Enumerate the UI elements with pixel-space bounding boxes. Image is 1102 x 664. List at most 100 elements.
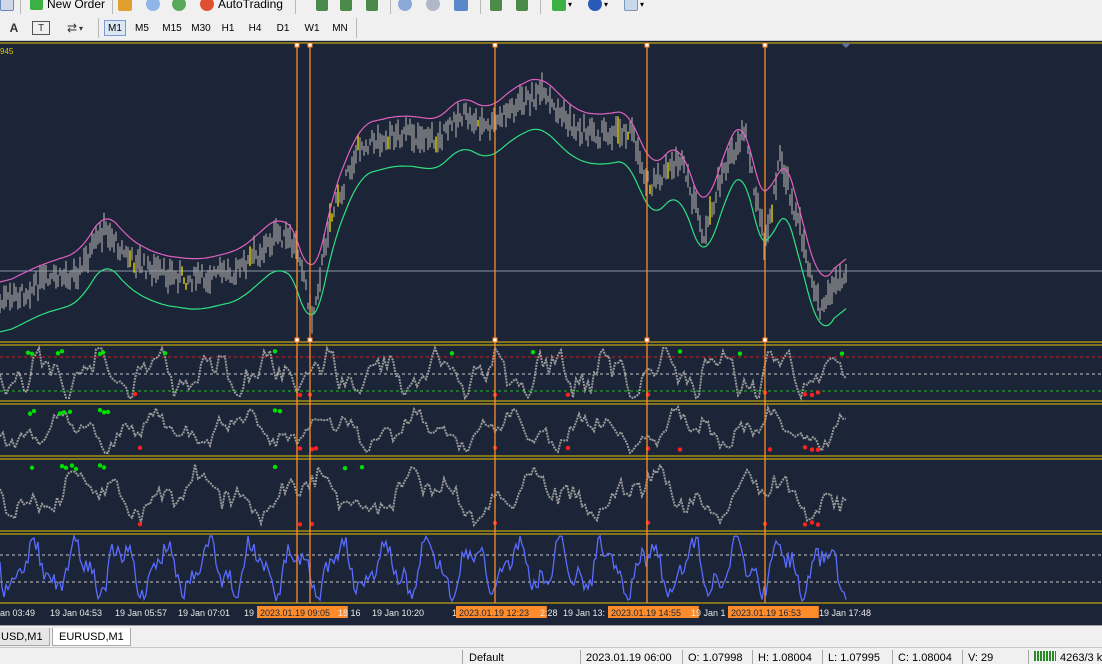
text-tool-label: A (9, 21, 19, 35)
text-tool-button[interactable]: A (6, 19, 22, 37)
globe-icon[interactable] (172, 0, 186, 12)
marker-handle-bottom[interactable] (492, 337, 498, 343)
red-signal-dot (132, 391, 138, 397)
arrow-tool-icon: ⇄ (66, 21, 78, 35)
auto-trading-label: AutoTrading (218, 0, 283, 11)
timeframe-h1[interactable]: H1 (217, 20, 239, 36)
green-signal-dot (162, 351, 168, 356)
green-signal-dot (31, 408, 37, 414)
tile-windows-icon[interactable] (454, 0, 468, 12)
green-signal-dot (59, 349, 65, 354)
green-signal-dot (69, 463, 75, 468)
chart-tabs: USD,M1 EURUSD,M1 (0, 625, 1102, 647)
red-signal-dot (815, 522, 821, 527)
chart-canvas[interactable]: 0 Jan 03:49 19 Jan 04:53 19 Jan 05:57 19 Ja… (0, 41, 1102, 625)
timeframe-label: W1 (304, 22, 320, 34)
pane-frames (0, 42, 1102, 604)
new-order-label: New Order (47, 0, 106, 11)
chart-window[interactable]: 0 Jan 03:49 19 Jan 04:53 19 Jan 05:57 19 Ja… (0, 41, 1102, 625)
auto-trading-button[interactable]: AutoTrading (200, 0, 283, 12)
time-tick-label: 2:28 (540, 608, 558, 618)
timeframe-m5[interactable]: M5 (131, 20, 153, 36)
lower-band-line (0, 128, 847, 333)
green-signal-dot (29, 465, 35, 470)
envelope-bands (0, 78, 847, 333)
red-signal-dot (815, 390, 821, 395)
green-signal-dot (530, 349, 536, 355)
auto-scroll-icon[interactable] (516, 0, 528, 12)
red-signal-dot (297, 392, 303, 398)
marker-handle-top[interactable] (644, 42, 650, 48)
bar-chart-icon[interactable] (316, 0, 328, 12)
new-order-button[interactable]: New Order (30, 0, 105, 12)
zoom-in-icon[interactable] (398, 0, 412, 12)
timeframe-label: H1 (221, 22, 235, 34)
timeframe-w1[interactable]: W1 (301, 20, 323, 36)
green-signal-dot (105, 409, 111, 415)
text-label-tool-label: T (37, 22, 45, 34)
marker-handle-top[interactable] (307, 42, 313, 48)
cloud-icon[interactable] (146, 0, 160, 12)
timeframe-m15[interactable]: M15 (158, 20, 186, 36)
zoom-out-icon[interactable] (426, 0, 440, 12)
candlestick-icon[interactable] (340, 0, 352, 12)
marker-handle-bottom[interactable] (762, 337, 768, 343)
indicators-icon[interactable]: ▾ (552, 0, 572, 12)
red-signal-dot (137, 522, 143, 527)
time-tick-label: 19 Jan 10:20 (372, 608, 424, 618)
green-signal-dot (272, 349, 278, 354)
status-profile: Default (469, 652, 504, 664)
red-signal-dot (809, 392, 815, 398)
green-signal-dot (101, 465, 107, 470)
time-tick-label: 19 Jan 1 (691, 608, 726, 618)
green-signal-dot (97, 463, 103, 468)
tab-eurusd-m1[interactable]: EURUSD,M1 (52, 628, 131, 646)
green-signal-dot (59, 464, 65, 469)
time-tick-label: 19 Jan 04:53 (50, 608, 102, 618)
time-tag-label: 2023.01.19 12:23 (459, 608, 529, 618)
green-signal-dot (839, 351, 845, 356)
main-toolbar: New Order AutoTrading ▾ ▾ ▾ (0, 0, 1102, 14)
status-bar: Default 2023.01.19 06:00 O: 1.07998 H: 1… (0, 647, 1102, 664)
timeframe-h4[interactable]: H4 (244, 20, 266, 36)
time-tag-label: 2023.01.19 09:05 (260, 608, 330, 618)
green-signal-dot (63, 465, 69, 471)
templates-icon[interactable]: ▾ (624, 0, 644, 12)
price-candles (0, 72, 847, 334)
green-signal-dot (677, 349, 683, 354)
red-signal-dot (677, 447, 683, 452)
red-signal-dot (297, 446, 303, 451)
marker-handle-bottom[interactable] (307, 337, 313, 343)
line-chart-icon[interactable] (366, 0, 378, 12)
periods-icon[interactable]: ▾ (588, 0, 608, 12)
arrows-tool-button[interactable]: ⇄ ▾ (60, 19, 90, 37)
zoom-tool-icon[interactable] (0, 0, 14, 12)
green-signal-dot (737, 351, 743, 356)
green-signal-dot (29, 351, 35, 357)
green-signal-dot (27, 411, 33, 416)
red-signal-dot (565, 445, 571, 451)
marker-handle-top[interactable] (492, 42, 498, 48)
timeframe-d1[interactable]: D1 (272, 20, 294, 36)
timeframe-label: M30 (191, 22, 211, 34)
timeframe-mn[interactable]: MN (328, 20, 352, 36)
market-watch-icon[interactable] (118, 0, 132, 12)
chart-shift-icon[interactable] (490, 0, 502, 12)
marker-handle-top[interactable] (294, 42, 300, 48)
timeframe-m30[interactable]: M30 (187, 20, 215, 36)
time-tag-label: 2023.01.19 16:53 (731, 608, 801, 618)
green-signal-dot (55, 351, 61, 356)
auto-trading-icon (200, 0, 214, 11)
text-label-tool-button[interactable]: T (32, 21, 50, 35)
time-tick-label: 19 (244, 608, 254, 618)
marker-handle-bottom[interactable] (644, 337, 650, 343)
tab-label: EURUSD,M1 (59, 630, 124, 643)
tab-usd-m1[interactable]: USD,M1 (0, 628, 50, 646)
timeframe-label: H4 (248, 22, 262, 34)
vertical-markers (294, 42, 768, 603)
marker-handle-bottom[interactable] (294, 337, 300, 343)
timeframe-m1[interactable]: M1 (104, 20, 126, 36)
oscillator-gray-line (0, 463, 847, 528)
marker-handle-top[interactable] (762, 42, 768, 48)
green-signal-dot (67, 409, 73, 415)
